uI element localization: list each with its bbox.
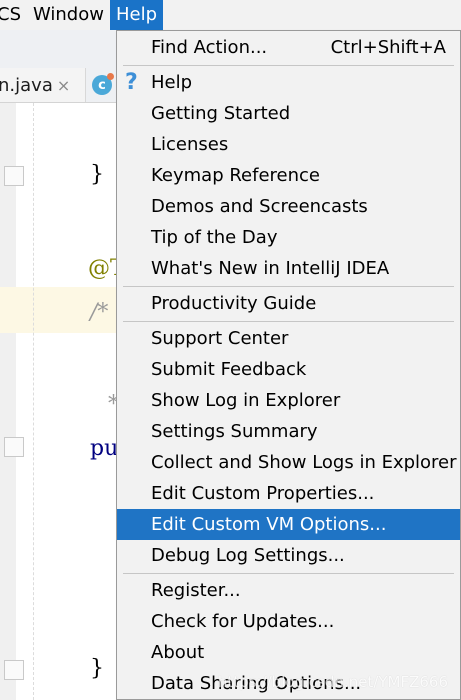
menu-help[interactable]: Help xyxy=(109,0,164,30)
menu-item-label: Edit Custom VM Options... xyxy=(151,514,387,535)
indent-guide xyxy=(33,103,34,700)
help-menu-dropdown: Find Action... Ctrl+Shift+A ? Help Getti… xyxy=(116,30,461,700)
menu-item-label: Edit Custom Properties... xyxy=(151,483,375,504)
menu-item-label: Register... xyxy=(151,580,241,601)
code-comment-start: /* xyxy=(90,300,109,325)
menu-item-show-log[interactable]: Show Log in Explorer xyxy=(117,385,460,416)
menu-item-label: Help xyxy=(151,72,193,93)
menu-separator xyxy=(123,286,454,287)
fold-marker-icon[interactable] xyxy=(4,437,24,457)
menu-item-label: Support Center xyxy=(151,328,289,349)
menu-separator xyxy=(123,65,454,66)
menu-item-support-center[interactable]: Support Center xyxy=(117,323,460,354)
close-icon[interactable]: × xyxy=(57,76,70,95)
menu-window[interactable]: Window xyxy=(27,0,110,30)
menu-item-label: Getting Started xyxy=(151,103,291,124)
code-closing-brace: } xyxy=(90,656,104,681)
fold-marker-icon[interactable] xyxy=(4,660,24,680)
menu-item-label: Check for Updates... xyxy=(151,611,335,632)
menu-item-register[interactable]: Register... xyxy=(117,575,460,606)
menu-item-submit-feedback[interactable]: Submit Feedback xyxy=(117,354,460,385)
menu-item-settings-summary[interactable]: Settings Summary xyxy=(117,416,460,447)
menu-item-keymap-reference[interactable]: Keymap Reference xyxy=(117,160,460,191)
code-keyword-public: pu xyxy=(90,436,119,461)
menu-item-label: Show Log in Explorer xyxy=(151,390,341,411)
editor-gutter xyxy=(0,103,16,700)
code-editor[interactable] xyxy=(16,103,116,700)
menu-item-collect-logs[interactable]: Collect and Show Logs in Explorer xyxy=(117,447,460,478)
menu-item-edit-custom-vm-options[interactable]: Edit Custom VM Options... xyxy=(117,509,460,540)
menu-vcs[interactable]: CS xyxy=(0,0,27,30)
menu-item-label: Productivity Guide xyxy=(151,293,317,314)
menu-item-label: What's New in IntelliJ IDEA xyxy=(151,258,390,279)
code-closing-brace: } xyxy=(90,162,104,187)
menu-item-label: About xyxy=(151,642,205,663)
editor-tab-java-file[interactable]: n.java × xyxy=(0,68,86,102)
tab-label: n.java xyxy=(0,74,53,96)
java-class-icon: c xyxy=(92,73,114,95)
menu-item-shortcut: Ctrl+Shift+A xyxy=(330,37,446,58)
editor-tab-class[interactable]: c xyxy=(88,70,116,100)
menu-item-label: Keymap Reference xyxy=(151,165,320,186)
menu-item-label: Settings Summary xyxy=(151,421,318,442)
menu-item-debug-log-settings[interactable]: Debug Log Settings... xyxy=(117,540,460,571)
editor-toolbar-area xyxy=(0,30,116,68)
menu-item-label: Tip of the Day xyxy=(151,227,278,248)
menu-item-label: Demos and Screencasts xyxy=(151,196,368,217)
menu-item-productivity-guide[interactable]: Productivity Guide xyxy=(117,288,460,319)
fold-marker-icon[interactable] xyxy=(4,166,24,186)
menu-item-label: Licenses xyxy=(151,134,229,155)
menu-item-label: Collect and Show Logs in Explorer xyxy=(151,452,457,473)
help-icon: ? xyxy=(125,70,138,95)
editor-tab-strip: n.java × c xyxy=(0,68,116,103)
watermark-text: https://blog.csdn.net/YMFZ666 xyxy=(217,673,448,691)
menu-item-help[interactable]: ? Help xyxy=(117,67,460,98)
menu-item-getting-started[interactable]: Getting Started xyxy=(117,98,460,129)
menu-item-label: Debug Log Settings... xyxy=(151,545,345,566)
menu-item-demos[interactable]: Demos and Screencasts xyxy=(117,191,460,222)
menu-item-label: Submit Feedback xyxy=(151,359,307,380)
menu-item-about[interactable]: About xyxy=(117,637,460,668)
menu-item-label: Find Action... xyxy=(151,37,268,58)
menu-item-find-action[interactable]: Find Action... Ctrl+Shift+A xyxy=(117,32,460,63)
menu-separator xyxy=(123,321,454,322)
menu-bar: CS Window Help xyxy=(0,0,461,30)
menu-item-licenses[interactable]: Licenses xyxy=(117,129,460,160)
menu-item-check-for-updates[interactable]: Check for Updates... xyxy=(117,606,460,637)
menu-item-edit-custom-properties[interactable]: Edit Custom Properties... xyxy=(117,478,460,509)
menu-item-tip-of-the-day[interactable]: Tip of the Day xyxy=(117,222,460,253)
menu-separator xyxy=(123,573,454,574)
menu-item-whats-new[interactable]: What's New in IntelliJ IDEA xyxy=(117,253,460,284)
